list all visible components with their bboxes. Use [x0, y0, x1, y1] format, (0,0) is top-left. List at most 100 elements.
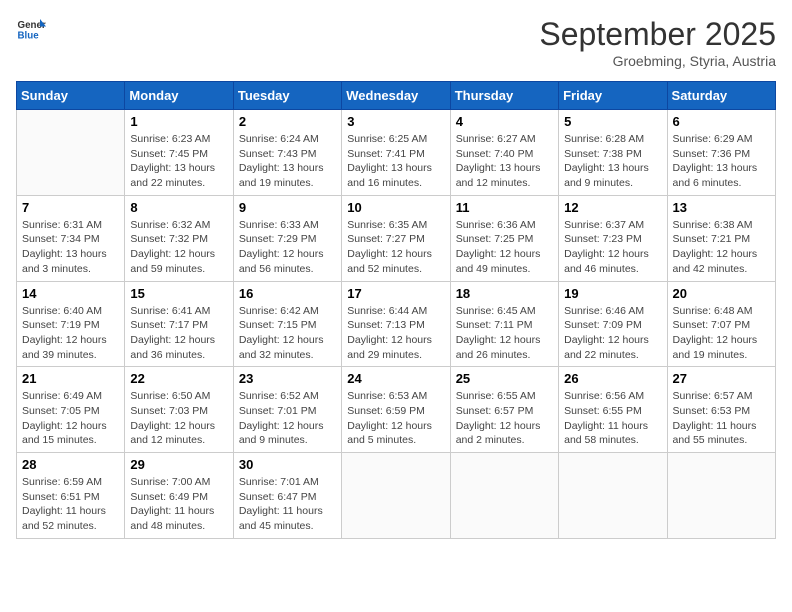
svg-text:Blue: Blue [18, 31, 40, 42]
calendar-table: SundayMondayTuesdayWednesdayThursdayFrid… [16, 81, 776, 539]
calendar-cell: 18 Sunrise: 6:45 AMSunset: 7:11 PMDayligh… [450, 281, 558, 367]
cell-content: Sunrise: 6:46 AMSunset: 7:09 PMDaylight:… [564, 304, 661, 363]
cell-date: 17 [347, 286, 444, 301]
cell-content: Sunrise: 6:55 AMSunset: 6:57 PMDaylight:… [456, 389, 553, 448]
cell-date: 29 [130, 457, 227, 472]
calendar-cell: 24 Sunrise: 6:53 AMSunset: 6:59 PMDayligh… [342, 367, 450, 453]
cell-date: 2 [239, 114, 336, 129]
cell-date: 9 [239, 200, 336, 215]
cell-content: Sunrise: 6:28 AMSunset: 7:38 PMDaylight:… [564, 132, 661, 191]
calendar-week-1: 1 Sunrise: 6:23 AMSunset: 7:45 PMDaylight… [17, 110, 776, 196]
cell-date: 1 [130, 114, 227, 129]
month-title: September 2025 [539, 16, 776, 53]
calendar-cell [450, 453, 558, 539]
cell-content: Sunrise: 6:25 AMSunset: 7:41 PMDaylight:… [347, 132, 444, 191]
cell-content: Sunrise: 6:45 AMSunset: 7:11 PMDaylight:… [456, 304, 553, 363]
cell-date: 4 [456, 114, 553, 129]
calendar-week-4: 21Sunrise: 6:49 AMSunset: 7:05 PMDayligh… [17, 367, 776, 453]
cell-date: 18 [456, 286, 553, 301]
calendar-cell: 14 Sunrise: 6:40 AMSunset: 7:19 PMDayligh… [17, 281, 125, 367]
calendar-week-2: 7Sunrise: 6:31 AMSunset: 7:34 PMDaylight… [17, 195, 776, 281]
cell-date: 25 [456, 371, 553, 386]
calendar-cell: 22Sunrise: 6:50 AMSunset: 7:03 PMDayligh… [125, 367, 233, 453]
weekday-header-tuesday: Tuesday [233, 82, 341, 110]
cell-date: 19 [564, 286, 661, 301]
cell-date: 20 [673, 286, 770, 301]
calendar-cell: 2 Sunrise: 6:24 AMSunset: 7:43 PMDaylight… [233, 110, 341, 196]
cell-date: 15 [130, 286, 227, 301]
calendar-cell: 19 Sunrise: 6:46 AMSunset: 7:09 PMDayligh… [559, 281, 667, 367]
calendar-cell: 8Sunrise: 6:32 AMSunset: 7:32 PMDaylight… [125, 195, 233, 281]
cell-content: Sunrise: 6:42 AMSunset: 7:15 PMDaylight:… [239, 304, 336, 363]
calendar-cell: 20 Sunrise: 6:48 AMSunset: 7:07 PMDayligh… [667, 281, 775, 367]
calendar-cell: 26 Sunrise: 6:56 AMSunset: 6:55 PMDayligh… [559, 367, 667, 453]
cell-date: 30 [239, 457, 336, 472]
calendar-cell: 23 Sunrise: 6:52 AMSunset: 7:01 PMDayligh… [233, 367, 341, 453]
weekday-header-friday: Friday [559, 82, 667, 110]
cell-content: Sunrise: 6:41 AMSunset: 7:17 PMDaylight:… [130, 304, 227, 363]
calendar-cell: 5 Sunrise: 6:28 AMSunset: 7:38 PMDaylight… [559, 110, 667, 196]
cell-date: 6 [673, 114, 770, 129]
cell-date: 16 [239, 286, 336, 301]
cell-content: Sunrise: 6:35 AMSunset: 7:27 PMDaylight:… [347, 218, 444, 277]
cell-date: 23 [239, 371, 336, 386]
calendar-cell: 25 Sunrise: 6:55 AMSunset: 6:57 PMDayligh… [450, 367, 558, 453]
weekday-header-row: SundayMondayTuesdayWednesdayThursdayFrid… [17, 82, 776, 110]
cell-content: Sunrise: 6:53 AMSunset: 6:59 PMDaylight:… [347, 389, 444, 448]
calendar-cell [17, 110, 125, 196]
cell-content: Sunrise: 6:44 AMSunset: 7:13 PMDaylight:… [347, 304, 444, 363]
cell-content: Sunrise: 7:00 AMSunset: 6:49 PMDaylight:… [130, 475, 227, 534]
calendar-cell: 6Sunrise: 6:29 AMSunset: 7:36 PMDaylight… [667, 110, 775, 196]
calendar-cell: 15 Sunrise: 6:41 AMSunset: 7:17 PMDayligh… [125, 281, 233, 367]
weekday-header-monday: Monday [125, 82, 233, 110]
cell-date: 13 [673, 200, 770, 215]
cell-content: Sunrise: 6:27 AMSunset: 7:40 PMDaylight:… [456, 132, 553, 191]
calendar-cell: 3 Sunrise: 6:25 AMSunset: 7:41 PMDaylight… [342, 110, 450, 196]
calendar-cell: 13Sunrise: 6:38 AMSunset: 7:21 PMDayligh… [667, 195, 775, 281]
calendar-cell: 27Sunrise: 6:57 AMSunset: 6:53 PMDayligh… [667, 367, 775, 453]
cell-content: Sunrise: 6:52 AMSunset: 7:01 PMDaylight:… [239, 389, 336, 448]
cell-content: Sunrise: 6:36 AMSunset: 7:25 PMDaylight:… [456, 218, 553, 277]
calendar-cell: 1 Sunrise: 6:23 AMSunset: 7:45 PMDaylight… [125, 110, 233, 196]
calendar-cell: 21Sunrise: 6:49 AMSunset: 7:05 PMDayligh… [17, 367, 125, 453]
calendar-cell: 30Sunrise: 7:01 AMSunset: 6:47 PMDayligh… [233, 453, 341, 539]
weekday-header-sunday: Sunday [17, 82, 125, 110]
cell-content: Sunrise: 6:24 AMSunset: 7:43 PMDaylight:… [239, 132, 336, 191]
calendar-week-5: 28 Sunrise: 6:59 AMSunset: 6:51 PMDayligh… [17, 453, 776, 539]
cell-content: Sunrise: 6:48 AMSunset: 7:07 PMDaylight:… [673, 304, 770, 363]
calendar-week-3: 14 Sunrise: 6:40 AMSunset: 7:19 PMDayligh… [17, 281, 776, 367]
logo-icon: General Blue [16, 16, 46, 46]
page-header: General Blue September 2025 Groebming, S… [16, 16, 776, 69]
calendar-cell [667, 453, 775, 539]
location: Groebming, Styria, Austria [539, 53, 776, 69]
cell-date: 22 [130, 371, 227, 386]
cell-date: 8 [130, 200, 227, 215]
cell-content: Sunrise: 6:40 AMSunset: 7:19 PMDaylight:… [22, 304, 119, 363]
cell-content: Sunrise: 6:37 AMSunset: 7:23 PMDaylight:… [564, 218, 661, 277]
calendar-cell: 29 Sunrise: 7:00 AMSunset: 6:49 PMDayligh… [125, 453, 233, 539]
cell-date: 14 [22, 286, 119, 301]
cell-date: 3 [347, 114, 444, 129]
calendar-cell: 11 Sunrise: 6:36 AMSunset: 7:25 PMDayligh… [450, 195, 558, 281]
cell-date: 11 [456, 200, 553, 215]
calendar-cell: 16 Sunrise: 6:42 AMSunset: 7:15 PMDayligh… [233, 281, 341, 367]
cell-content: Sunrise: 6:59 AMSunset: 6:51 PMDaylight:… [22, 475, 119, 534]
cell-date: 21 [22, 371, 119, 386]
calendar-cell: 7Sunrise: 6:31 AMSunset: 7:34 PMDaylight… [17, 195, 125, 281]
cell-date: 28 [22, 457, 119, 472]
calendar-cell [559, 453, 667, 539]
cell-date: 12 [564, 200, 661, 215]
calendar-cell: 4 Sunrise: 6:27 AMSunset: 7:40 PMDaylight… [450, 110, 558, 196]
cell-date: 27 [673, 371, 770, 386]
cell-date: 5 [564, 114, 661, 129]
weekday-header-wednesday: Wednesday [342, 82, 450, 110]
calendar-cell [342, 453, 450, 539]
cell-content: Sunrise: 6:23 AMSunset: 7:45 PMDaylight:… [130, 132, 227, 191]
cell-date: 24 [347, 371, 444, 386]
cell-content: Sunrise: 6:33 AMSunset: 7:29 PMDaylight:… [239, 218, 336, 277]
cell-content: Sunrise: 6:56 AMSunset: 6:55 PMDaylight:… [564, 389, 661, 448]
cell-date: 7 [22, 200, 119, 215]
title-block: September 2025 Groebming, Styria, Austri… [539, 16, 776, 69]
cell-date: 26 [564, 371, 661, 386]
calendar-cell: 28 Sunrise: 6:59 AMSunset: 6:51 PMDayligh… [17, 453, 125, 539]
